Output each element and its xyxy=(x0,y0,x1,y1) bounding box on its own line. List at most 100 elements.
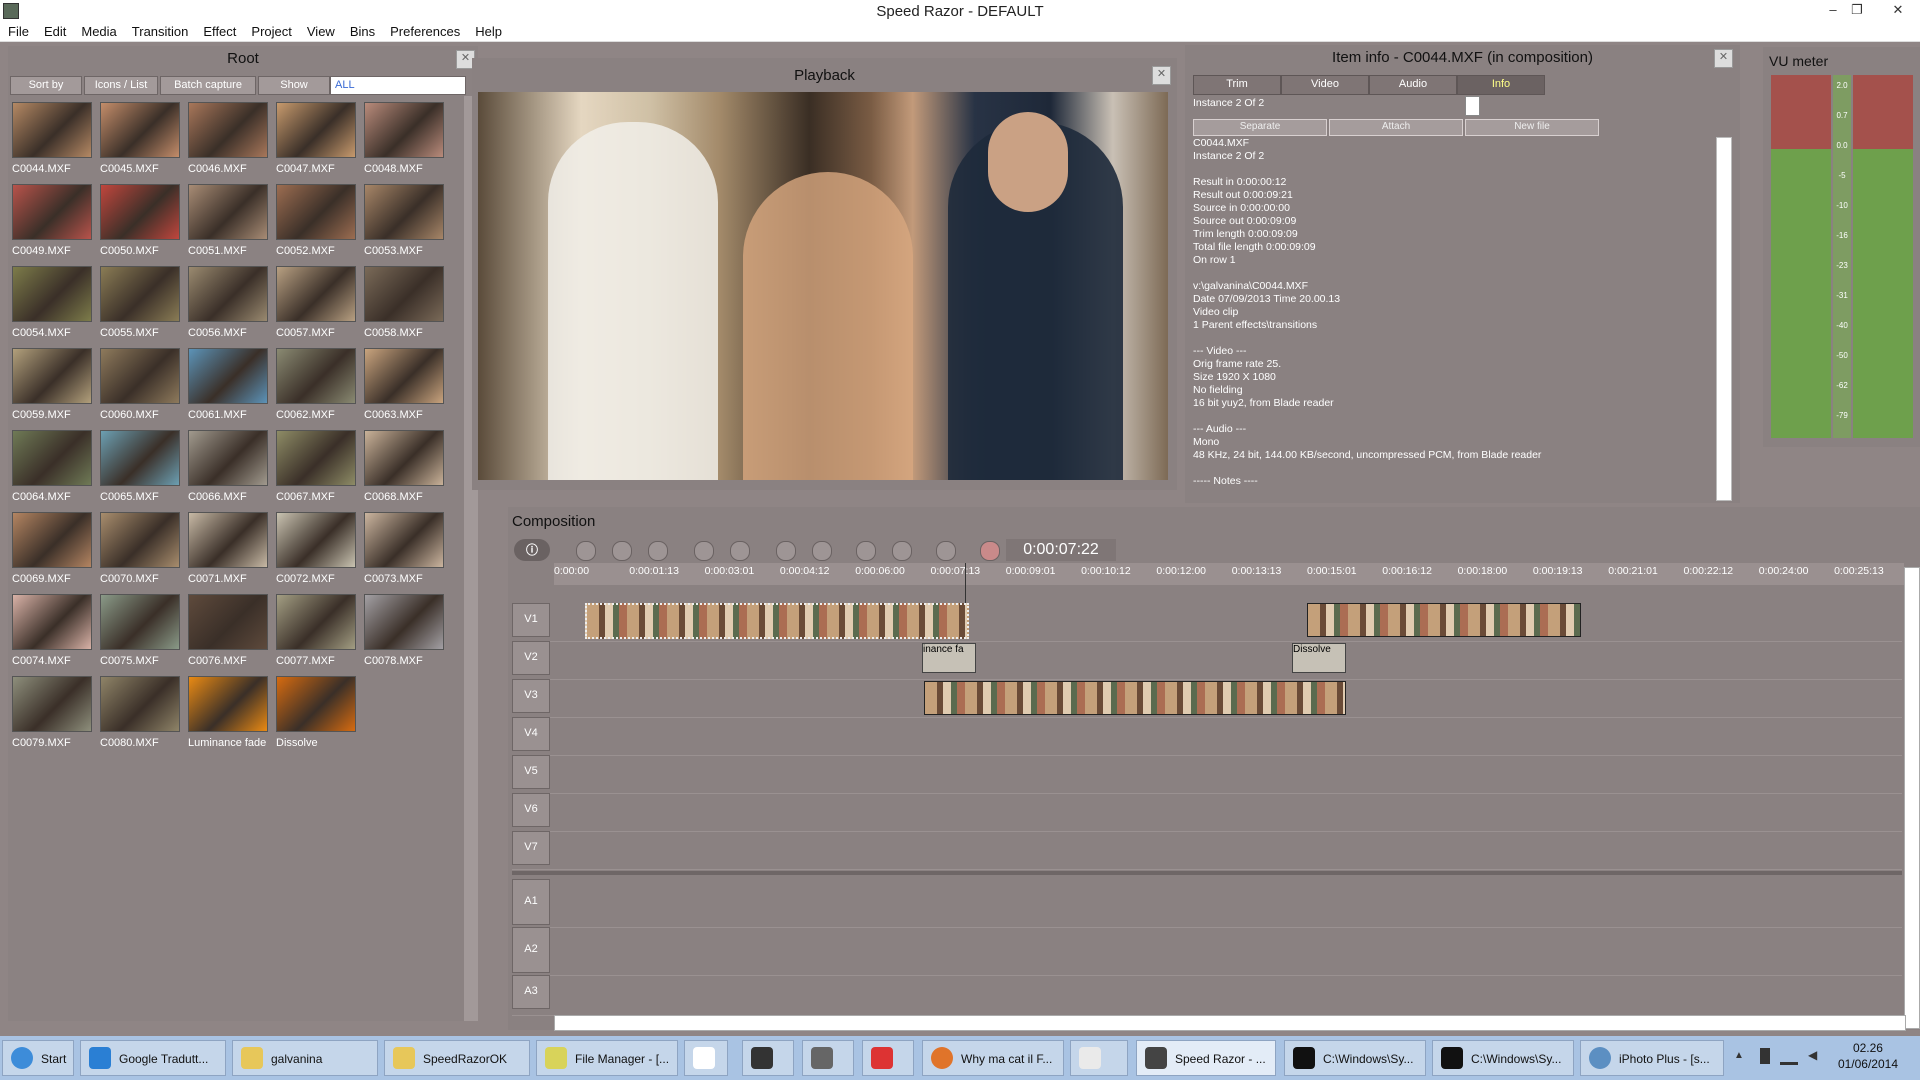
menu-file[interactable]: File xyxy=(0,22,36,39)
tab-audio[interactable]: Audio xyxy=(1369,75,1457,95)
attach-button[interactable]: Attach xyxy=(1329,119,1463,136)
filter-dropdown[interactable]: ALL xyxy=(330,76,466,95)
clip-v1-right[interactable] xyxy=(1307,603,1581,637)
bin-item[interactable]: C0074.MXF xyxy=(12,594,92,667)
bin-item[interactable]: C0079.MXF xyxy=(12,676,92,749)
sort-by-button[interactable]: Sort by xyxy=(10,76,82,95)
tab-trim[interactable]: Trim xyxy=(1193,75,1281,95)
bin-item[interactable]: C0065.MXF xyxy=(100,430,180,503)
timeline-vertical-scrollbar[interactable] xyxy=(1904,567,1920,1029)
item-info-close-button[interactable]: ✕ xyxy=(1714,49,1733,68)
task-cmd-1[interactable]: C:\Windows\Sy... xyxy=(1284,1040,1426,1076)
task-iphoto-plus[interactable]: iPhoto Plus - [s... xyxy=(1580,1040,1724,1076)
bin-item[interactable]: C0051.MXF xyxy=(188,184,268,257)
task-google-translate[interactable]: Google Tradutt... xyxy=(80,1040,226,1076)
icons-list-button[interactable]: Icons / List xyxy=(84,76,158,95)
track-label-v1[interactable]: V1 xyxy=(512,603,550,637)
bin-item[interactable]: C0076.MXF xyxy=(188,594,268,667)
bin-item[interactable]: Luminance fade xyxy=(188,676,268,749)
task-settings[interactable] xyxy=(802,1040,854,1076)
info-icon[interactable]: ⓘ xyxy=(514,539,550,561)
mark-out-button[interactable] xyxy=(812,541,832,561)
track-label-v4[interactable]: V4 xyxy=(512,717,550,751)
task-document[interactable] xyxy=(684,1040,728,1076)
track-label-a2[interactable]: A2 xyxy=(512,927,550,973)
bin-item[interactable]: C0052.MXF xyxy=(276,184,356,257)
menu-preferences[interactable]: Preferences xyxy=(382,22,467,39)
bin-item[interactable]: C0056.MXF xyxy=(188,266,268,339)
bin-item[interactable]: C0062.MXF xyxy=(276,348,356,421)
menu-bins[interactable]: Bins xyxy=(342,22,382,39)
track-label-v3[interactable]: V3 xyxy=(512,679,550,713)
mark-in-button[interactable] xyxy=(776,541,796,561)
bin-item[interactable]: C0053.MXF xyxy=(364,184,444,257)
task-acrobat[interactable] xyxy=(862,1040,914,1076)
bin-item[interactable]: C0060.MXF xyxy=(100,348,180,421)
play-button[interactable] xyxy=(612,541,632,561)
bin-item[interactable]: C0045.MXF xyxy=(100,102,180,175)
zoom-in-button[interactable] xyxy=(694,541,714,561)
bin-item[interactable]: C0066.MXF xyxy=(188,430,268,503)
bin-item[interactable]: C0064.MXF xyxy=(12,430,92,503)
bin-item[interactable]: C0050.MXF xyxy=(100,184,180,257)
bin-item[interactable]: C0068.MXF xyxy=(364,430,444,503)
bin-item[interactable]: C0054.MXF xyxy=(12,266,92,339)
task-speedrazorok[interactable]: SpeedRazorOK xyxy=(384,1040,530,1076)
bin-item[interactable]: C0057.MXF xyxy=(276,266,356,339)
track-label-v5[interactable]: V5 xyxy=(512,755,550,789)
start-button[interactable]: Start xyxy=(2,1040,74,1076)
bin-item[interactable]: Dissolve xyxy=(276,676,356,749)
forward-button[interactable] xyxy=(648,541,668,561)
bin-item[interactable]: C0072.MXF xyxy=(276,512,356,585)
bin-item[interactable]: C0055.MXF xyxy=(100,266,180,339)
close-window-button[interactable]: ✕ xyxy=(1878,0,1918,20)
prev-edit-button[interactable] xyxy=(856,541,876,561)
loop-button[interactable] xyxy=(936,541,956,561)
timeline-horizontal-scrollbar[interactable] xyxy=(554,1015,1906,1031)
bin-item[interactable]: C0044.MXF xyxy=(12,102,92,175)
track-label-a1[interactable]: A1 xyxy=(512,879,550,925)
bin-item[interactable]: C0071.MXF xyxy=(188,512,268,585)
bin-item[interactable]: C0080.MXF xyxy=(100,676,180,749)
network-icon[interactable] xyxy=(1780,1048,1798,1065)
transition-dissolve[interactable]: Dissolve xyxy=(1292,643,1346,673)
timeline-ruler[interactable]: 0:00:00 0:00:01:13 0:00:03:01 0:00:04:12 0:0… xyxy=(554,563,1904,585)
separate-button[interactable]: Separate xyxy=(1193,119,1327,136)
transition-luminance-fade[interactable]: inance fa xyxy=(922,643,976,673)
clock[interactable]: 02.26 01/06/2014 xyxy=(1838,1040,1898,1072)
show-button[interactable]: Show xyxy=(258,76,330,95)
menu-edit[interactable]: Edit xyxy=(36,22,73,39)
task-window[interactable] xyxy=(1070,1040,1128,1076)
clip-c0044[interactable] xyxy=(585,603,969,639)
task-cmd-2[interactable]: C:\Windows\Sy... xyxy=(1432,1040,1574,1076)
bin-item[interactable]: C0049.MXF xyxy=(12,184,92,257)
menu-media[interactable]: Media xyxy=(73,22,123,39)
bin-item[interactable]: C0078.MXF xyxy=(364,594,444,667)
bin-item[interactable]: C0058.MXF xyxy=(364,266,444,339)
menu-help[interactable]: Help xyxy=(467,22,509,39)
bin-item[interactable]: C0059.MXF xyxy=(12,348,92,421)
bin-item[interactable]: C0046.MXF xyxy=(188,102,268,175)
bin-item[interactable]: C0063.MXF xyxy=(364,348,444,421)
menu-view[interactable]: View xyxy=(299,22,342,39)
track-label-v7[interactable]: V7 xyxy=(512,831,550,865)
bin-item[interactable]: C0061.MXF xyxy=(188,348,268,421)
battery-icon[interactable] xyxy=(1760,1048,1770,1064)
playback-close-button[interactable]: ✕ xyxy=(1152,66,1171,85)
volume-icon[interactable]: ◀ xyxy=(1808,1048,1817,1062)
clip-v3[interactable] xyxy=(924,681,1346,715)
track-label-a3[interactable]: A3 xyxy=(512,975,550,1009)
bin-item[interactable]: C0075.MXF xyxy=(100,594,180,667)
task-file-manager[interactable]: File Manager - [... xyxy=(536,1040,678,1076)
task-galvanina[interactable]: galvanina xyxy=(232,1040,378,1076)
menu-effect[interactable]: Effect xyxy=(195,22,243,39)
batch-capture-button[interactable]: Batch capture xyxy=(160,76,256,95)
next-edit-button[interactable] xyxy=(892,541,912,561)
tab-video[interactable]: Video xyxy=(1281,75,1369,95)
zoom-out-button[interactable] xyxy=(730,541,750,561)
task-firefox[interactable]: Why ma cat il F... xyxy=(922,1040,1064,1076)
info-scrollbar[interactable] xyxy=(1716,137,1732,501)
menu-project[interactable]: Project xyxy=(243,22,298,39)
playhead[interactable] xyxy=(965,563,966,603)
instance-spinner[interactable] xyxy=(1465,96,1480,116)
